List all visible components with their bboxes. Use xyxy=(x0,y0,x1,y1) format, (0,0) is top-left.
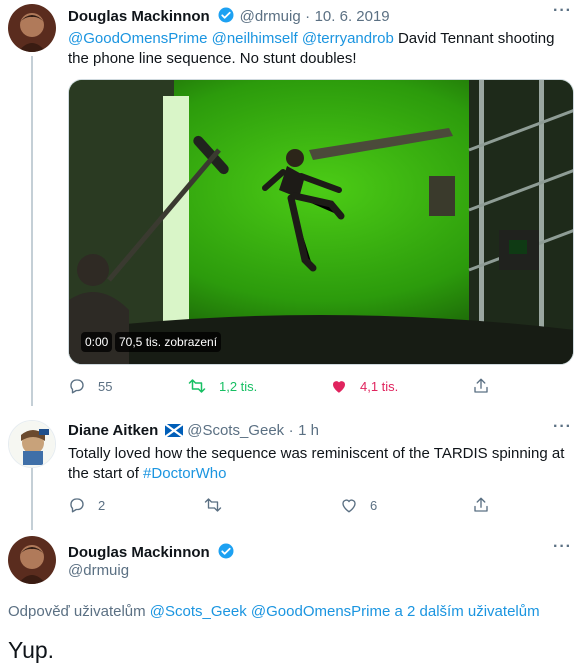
retweet-action[interactable]: 1,2 tis. xyxy=(187,377,257,395)
video-duration: 0:00 xyxy=(81,332,113,352)
scotland-flag-icon xyxy=(164,423,184,442)
tweet-actions: 55 1,2 tis. 4,1 tis. xyxy=(68,377,498,397)
like-action[interactable]: 4,1 tis. xyxy=(330,377,398,395)
tweet-date[interactable]: 10. 6. 2019 xyxy=(315,8,390,25)
reply-icon xyxy=(70,379,84,394)
author-handle[interactable]: @Scots_Geek xyxy=(187,422,284,439)
author-name[interactable]: Diane Aitken xyxy=(68,422,158,439)
thread-line-top xyxy=(31,56,33,406)
retweet-count: 1,2 tis. xyxy=(219,378,258,394)
author-handle[interactable]: @drmuig xyxy=(240,8,301,25)
retweet-icon xyxy=(204,498,222,512)
more-options-icon[interactable]: ··· xyxy=(553,2,572,20)
reply-text: Totally loved how the sequence was remin… xyxy=(68,444,568,484)
author-name[interactable]: Douglas Mackinnon xyxy=(68,544,210,561)
avatar[interactable] xyxy=(8,420,56,468)
replying-to: Odpověď uživatelům @Scots_Geek @GoodOmen… xyxy=(8,603,540,620)
heart-icon xyxy=(342,499,356,513)
verified-badge-icon xyxy=(217,6,235,29)
reply-count: 55 xyxy=(98,378,113,394)
more-options-icon[interactable]: ··· xyxy=(553,418,572,436)
author-handle[interactable]: @drmuig xyxy=(68,562,129,579)
share-action[interactable] xyxy=(472,377,490,395)
replying-to-mentions[interactable]: @Scots_Geek @GoodOmensPrime xyxy=(150,603,391,620)
dot-separator: · xyxy=(288,422,294,439)
like-count: 4,1 tis. xyxy=(360,378,399,394)
reply-action[interactable]: 55 xyxy=(68,377,112,395)
heart-filled-icon xyxy=(333,381,345,393)
avatar[interactable] xyxy=(8,536,56,584)
video-player[interactable]: 0:00 70,5 tis. zobrazení xyxy=(68,79,574,365)
dot-separator: · xyxy=(305,8,311,25)
replying-to-prefix: Odpověď uživatelům xyxy=(8,603,146,620)
reply-hashtag[interactable]: #DoctorWho xyxy=(143,465,226,482)
share-action[interactable] xyxy=(472,496,490,514)
replying-to-others[interactable]: a 2 dalším uživatelům xyxy=(395,603,540,620)
reply-count: 2 xyxy=(98,497,106,513)
like-count: 6 xyxy=(370,497,378,513)
tweet-mentions[interactable]: @GoodOmensPrime @neilhimself @terryandro… xyxy=(68,30,394,47)
thread-line-middle xyxy=(31,468,33,530)
retweet-icon xyxy=(188,379,206,393)
focus-text: Yup. xyxy=(8,637,55,663)
reply-header: Diane Aitken @Scots_Geek · 1 h xyxy=(68,422,319,442)
author-name[interactable]: Douglas Mackinnon xyxy=(68,8,210,25)
tweet-text: @GoodOmensPrime @neilhimself @terryandro… xyxy=(68,29,568,69)
avatar[interactable] xyxy=(8,4,56,52)
like-action[interactable]: 6 xyxy=(340,496,377,514)
reply-time[interactable]: 1 h xyxy=(298,422,319,439)
tweet-header: Douglas Mackinnon @drmuig · 10. 6. 2019 xyxy=(68,6,390,29)
retweet-action[interactable] xyxy=(203,496,235,514)
more-options-icon[interactable]: ··· xyxy=(553,538,572,556)
verified-badge-icon xyxy=(217,542,235,565)
reply-actions: 2 6 xyxy=(68,496,498,516)
share-icon xyxy=(474,378,488,393)
share-icon xyxy=(474,497,488,512)
reply-icon xyxy=(70,498,84,513)
reply-action[interactable]: 2 xyxy=(68,496,105,514)
video-views: 70,5 tis. zobrazení xyxy=(115,332,222,352)
